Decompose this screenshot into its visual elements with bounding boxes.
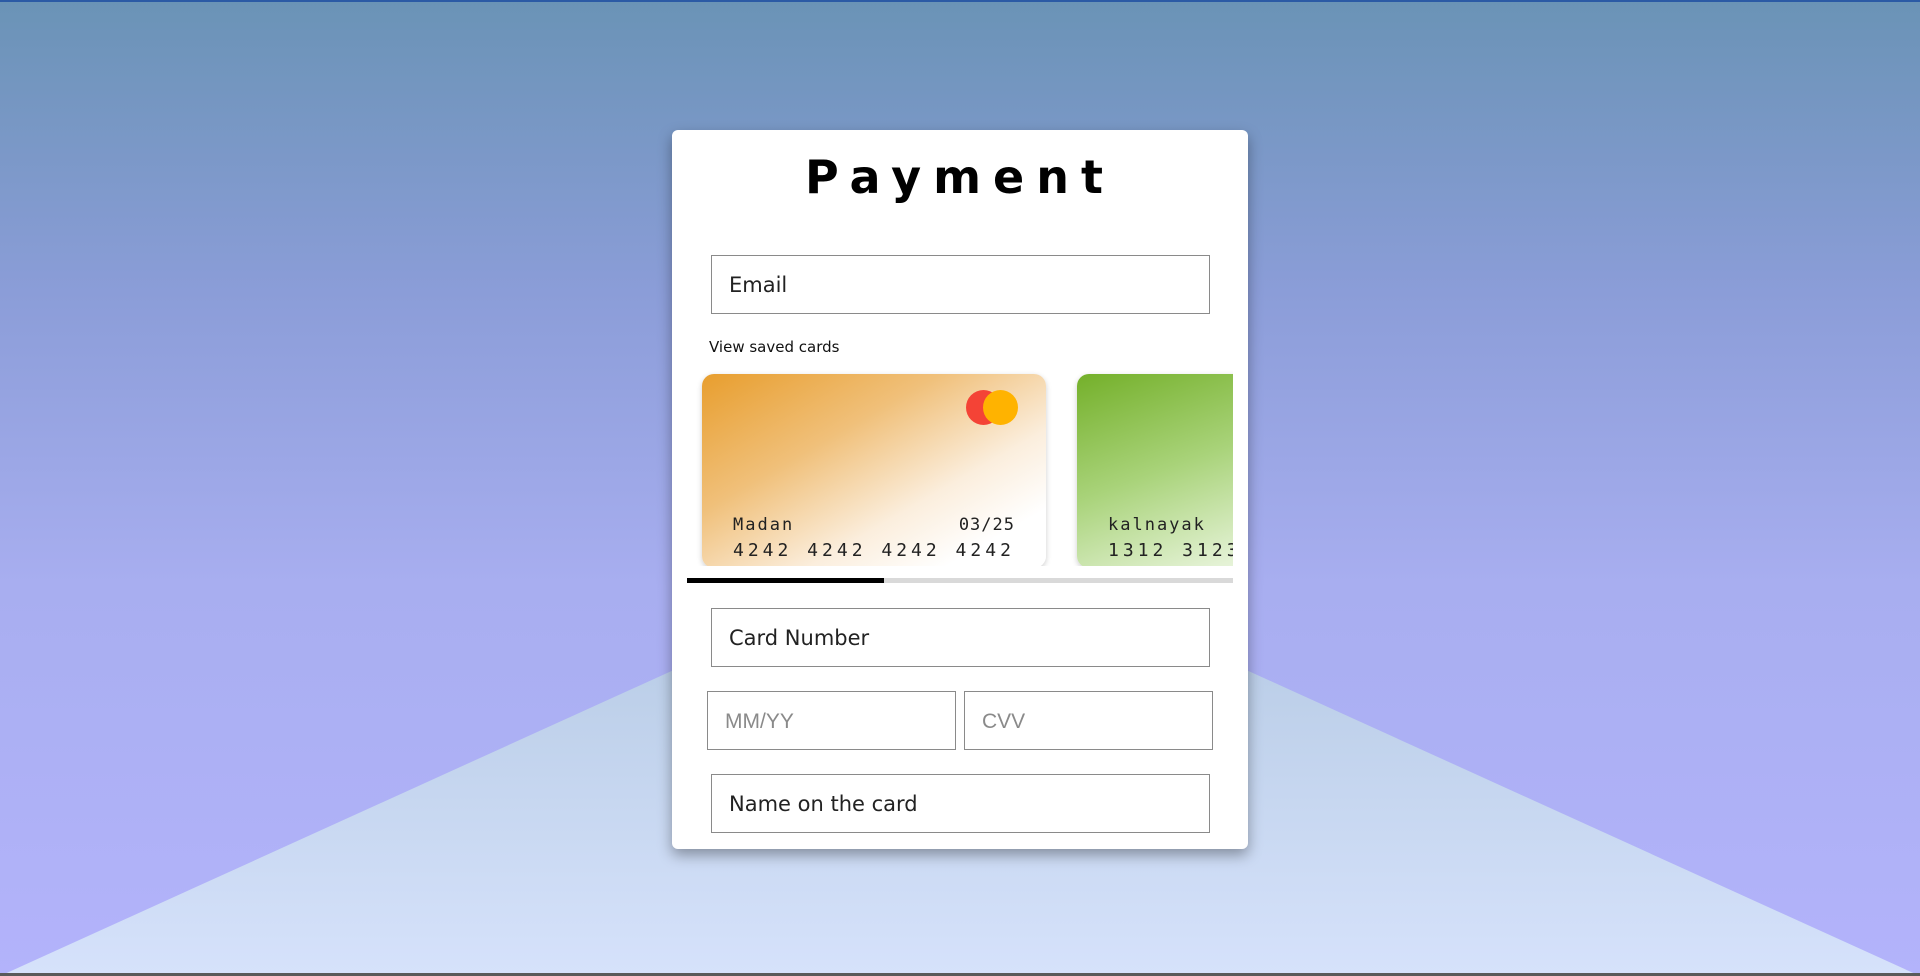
card-number-display: 4242 4242 4242 4242 bbox=[733, 540, 1015, 561]
cvv-input[interactable] bbox=[964, 691, 1213, 750]
carousel-scrollbar-thumb[interactable] bbox=[687, 578, 884, 583]
mastercard-icon bbox=[966, 390, 1018, 426]
email-input[interactable] bbox=[711, 255, 1210, 314]
payment-form: Payment View saved cards Madan 03/25 424… bbox=[672, 130, 1248, 849]
saved-card[interactable]: Madan 03/25 4242 4242 4242 4242 bbox=[702, 374, 1046, 566]
mastercard-yellow-circle bbox=[983, 390, 1018, 425]
card-holder-name: kalnayak bbox=[1108, 515, 1206, 535]
card-number-display: 1312 3123 bbox=[1108, 540, 1233, 561]
saved-card[interactable]: kalnayak 1312 3123 bbox=[1077, 374, 1233, 566]
card-holder-name: Madan bbox=[733, 515, 795, 535]
page-title: Payment bbox=[805, 150, 1115, 204]
name-on-card-input[interactable] bbox=[711, 774, 1210, 833]
carousel-scrollbar[interactable] bbox=[687, 578, 1233, 583]
saved-cards-carousel[interactable]: Madan 03/25 4242 4242 4242 4242 kalnayak… bbox=[687, 366, 1233, 566]
expiry-input[interactable] bbox=[707, 691, 956, 750]
card-number-input[interactable] bbox=[711, 608, 1210, 667]
card-expiry: 03/25 bbox=[958, 515, 1015, 535]
saved-cards-label: View saved cards bbox=[709, 338, 840, 356]
